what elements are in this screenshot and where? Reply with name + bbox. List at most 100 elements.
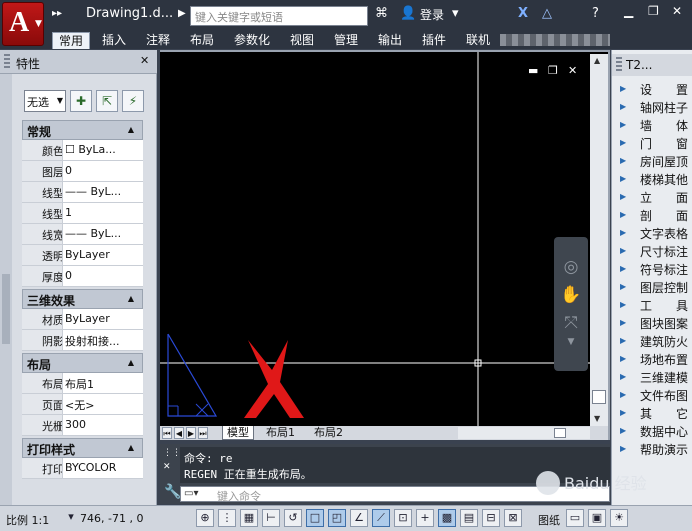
scroll-thumb[interactable] [592, 390, 606, 404]
object-snap-icon[interactable]: □ [306, 509, 324, 527]
tool-panel-item[interactable]: ▶ 三维建模 [612, 368, 692, 386]
property-row[interactable]: 材质 ByLayer [22, 309, 143, 330]
property-row[interactable]: 光栅...300 [22, 415, 143, 436]
quick-properties-icon[interactable]: ▤ [460, 509, 478, 527]
command-grip-icon[interactable]: ⋮⋮ [163, 448, 181, 458]
palette-side-strip[interactable] [0, 74, 12, 531]
tool-panel-item[interactable]: ▶ 数据中心 [612, 422, 692, 440]
tool-panel-item[interactable]: ▶ 图块图案 [612, 314, 692, 332]
property-row[interactable]: 线型 —— ByL... [22, 182, 143, 203]
select-objects-icon[interactable]: ⇱ [96, 90, 118, 112]
lineweight-icon[interactable]: + [416, 509, 434, 527]
3d-object-snap-icon[interactable]: ◰ [328, 509, 346, 527]
next-tab-icon[interactable]: ▶ [186, 427, 196, 439]
scroll-up-icon[interactable]: ▲ [594, 56, 600, 65]
polar-tracking-icon[interactable]: ↺ [284, 509, 302, 527]
prev-tab-icon[interactable]: ◀ [174, 427, 184, 439]
section-general[interactable]: 常规 ▲ [22, 120, 143, 140]
last-tab-icon[interactable]: ⏭ [198, 427, 208, 439]
tab-plugins[interactable]: 插件 [416, 32, 452, 49]
tool-panel-item[interactable]: ▶ 轴网柱子 [612, 98, 692, 116]
tool-panel-item[interactable]: ▶ 立 面 [612, 188, 692, 206]
tab-parametric[interactable]: 参数化 [228, 32, 276, 49]
viewport-restore-icon[interactable]: ❐ [548, 64, 558, 77]
minimize-icon[interactable]: ▁ [624, 4, 633, 18]
exchange-x-icon[interactable]: X [518, 6, 528, 21]
tool-panel-item[interactable]: ▶ 楼梯其他 [612, 170, 692, 188]
toggle-pickadd-icon[interactable]: ✚ [70, 90, 92, 112]
tab-insert[interactable]: 插入 [96, 32, 132, 49]
tab-online[interactable]: 联机 [460, 32, 496, 49]
quick-select-icon[interactable]: ⚡ [122, 90, 144, 112]
tool-panel-item[interactable]: ▶ 建筑防火 [612, 332, 692, 350]
quick-view-drawings-icon[interactable]: ▣ [588, 509, 606, 527]
property-row[interactable]: 线型...1 [22, 203, 143, 224]
chevron-down-icon[interactable]: ▼ [560, 337, 582, 359]
annotation-monitor-icon[interactable]: ⊠ [504, 509, 522, 527]
command-prompt-icon[interactable]: ▭▾ [184, 488, 198, 499]
tool-panel-item[interactable]: ▶ 尺寸标注 [612, 242, 692, 260]
tool-panel-item[interactable]: ▶ 符号标注 [612, 260, 692, 278]
steering-wheel-icon[interactable]: ◎ [560, 257, 582, 279]
tool-panel-item[interactable]: ▶ 文件布图 [612, 386, 692, 404]
property-row[interactable]: 页面...<无> [22, 394, 143, 415]
close-icon[interactable]: ✕ [672, 4, 682, 18]
drawing-space-label[interactable]: 图纸 [538, 512, 560, 528]
login-dropdown-icon[interactable]: ▾ [452, 6, 459, 21]
horizontal-scrollbar[interactable] [458, 427, 590, 439]
property-row[interactable]: 布局...布局1 [22, 373, 143, 394]
property-row[interactable]: 厚度 0 [22, 266, 143, 287]
section-plot-style[interactable]: 打印样式 ▲ [22, 438, 143, 458]
selection-cycling-icon[interactable]: ⊟ [482, 509, 500, 527]
property-row[interactable]: 图层 0 [22, 161, 143, 182]
application-menu-button[interactable]: A ▼ [2, 2, 44, 46]
title-expand-icon[interactable]: ▶ [178, 8, 186, 19]
tool-panel-item[interactable]: ▶ 房间屋顶 [612, 152, 692, 170]
binoculars-icon[interactable]: ⌘ [375, 6, 388, 21]
tab-manage[interactable]: 管理 [328, 32, 364, 49]
tab-output[interactable]: 输出 [372, 32, 408, 49]
section-layout[interactable]: 布局 ▲ [22, 353, 143, 373]
scroll-thumb[interactable] [554, 428, 566, 438]
command-close-icon[interactable]: ✕ [163, 462, 175, 472]
restore-icon[interactable]: ❐ [648, 4, 659, 18]
grid-display-icon[interactable]: ▦ [240, 509, 258, 527]
close-icon[interactable]: ✕ [140, 54, 149, 67]
tab-layout2[interactable]: 布局2 [310, 426, 347, 440]
viewport-minimize-icon[interactable]: ▬ [528, 64, 538, 77]
palette-grip[interactable] [616, 57, 622, 73]
wrench-icon[interactable]: 🔧 [164, 484, 181, 500]
palette-side-tab[interactable] [2, 274, 10, 344]
tab-model[interactable]: 模型 [222, 426, 254, 440]
property-row[interactable]: 线宽 —— ByL... [22, 224, 143, 245]
ortho-mode-icon[interactable]: ⊢ [262, 509, 280, 527]
property-row[interactable]: 打印...BYCOLOR [22, 458, 143, 479]
tool-panel-item[interactable]: ▶ 帮助演示 [612, 440, 692, 458]
tool-panel-item[interactable]: ▶ 其 它 [612, 404, 692, 422]
tab-view[interactable]: 视图 [284, 32, 320, 49]
tool-panel-item[interactable]: ▶ 墙 体 [612, 116, 692, 134]
palette-grip[interactable] [4, 54, 10, 70]
transparency-icon[interactable]: ▩ [438, 509, 456, 527]
tab-home[interactable]: 常用 [52, 32, 91, 49]
quick-access-expand-icon[interactable]: ▸▸ [52, 8, 62, 19]
dynamic-ucs-icon[interactable]: ⟋ [372, 509, 390, 527]
quick-view-layouts-icon[interactable]: ▭ [566, 509, 584, 527]
selection-dropdown[interactable]: 无选 ▼ [24, 90, 66, 112]
section-3d-effects[interactable]: 三维效果 ▲ [22, 289, 143, 309]
scale-dropdown-icon[interactable]: ▾ [62, 509, 80, 527]
drawing-canvas[interactable]: ▬ ❐ ✕ ◎ ✋ ⤧ ▼ ▲ ▼ [160, 52, 608, 428]
infer-constraints-icon[interactable]: ⊕ [196, 509, 214, 527]
annotation-scale[interactable]: 比例 1:1 [6, 512, 49, 528]
snap-mode-icon[interactable]: ⋮ [218, 509, 236, 527]
lightbulb-icon[interactable]: ☀ [610, 509, 628, 527]
search-input[interactable]: 键入关键字或短语 [190, 6, 368, 26]
tool-panel-item[interactable]: ▶ 文字表格 [612, 224, 692, 242]
tool-panel-item[interactable]: ▶ 设 置 [612, 80, 692, 98]
object-snap-tracking-icon[interactable]: ∠ [350, 509, 368, 527]
property-row[interactable]: 阴影...投射和接... [22, 330, 143, 351]
user-icon[interactable]: 👤 [400, 6, 416, 21]
tool-panel-item[interactable]: ▶ 图层控制 [612, 278, 692, 296]
pan-hand-icon[interactable]: ✋ [560, 285, 582, 307]
tool-panel-item[interactable]: ▶ 门 窗 [612, 134, 692, 152]
